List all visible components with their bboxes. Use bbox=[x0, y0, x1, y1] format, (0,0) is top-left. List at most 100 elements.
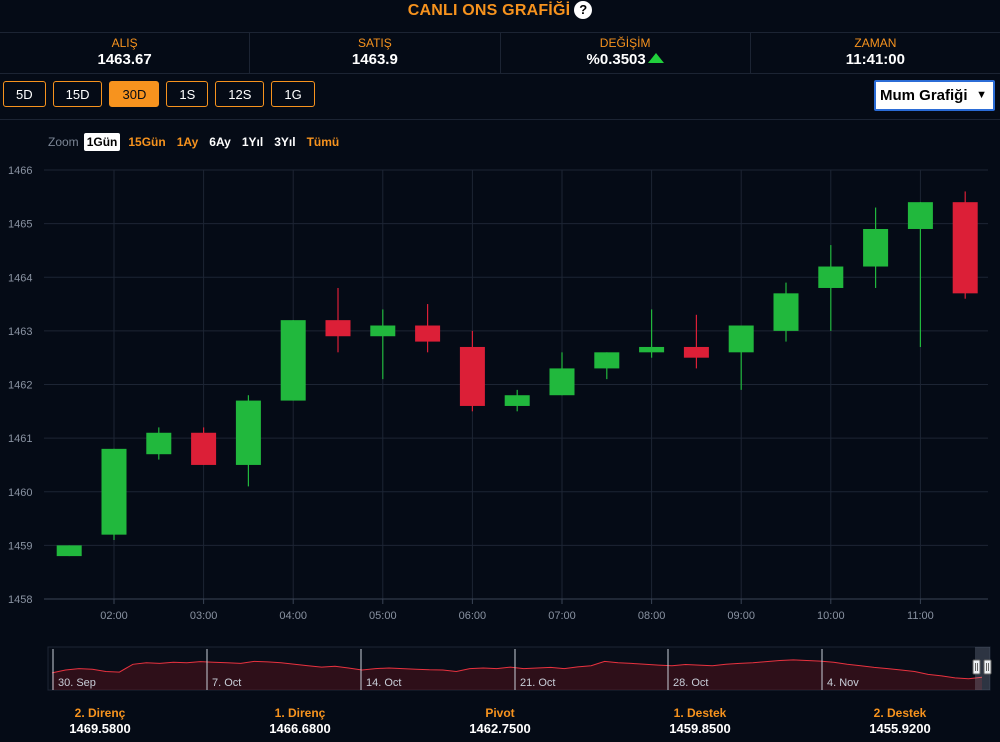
navigator-handle[interactable] bbox=[983, 659, 992, 675]
candle bbox=[370, 309, 396, 380]
candle-body bbox=[146, 432, 172, 455]
zoom-button-1gun[interactable]: 1Gün bbox=[83, 133, 121, 151]
y-tick-label: 1458 bbox=[8, 594, 32, 606]
candle bbox=[235, 395, 261, 487]
stat-value: 1463.67 bbox=[97, 51, 152, 68]
candle-body bbox=[415, 325, 441, 342]
candle-body bbox=[594, 352, 620, 369]
x-tick-label: 10:00 bbox=[817, 610, 845, 622]
candle bbox=[504, 389, 530, 412]
y-tick-label: 1464 bbox=[8, 272, 32, 284]
pivot-s1: 1. Destek 1459.8500 bbox=[600, 706, 800, 737]
candle-body bbox=[56, 545, 82, 557]
x-tick-label: 07:00 bbox=[548, 610, 576, 622]
period-button-5d[interactable]: 5D bbox=[3, 81, 46, 107]
stat-value: %0.3503 bbox=[586, 51, 646, 68]
candlestick-chart[interactable]: 1458 1459 1460 1461 1462 1463 1464 1465 1466 02:0… bbox=[0, 160, 1000, 630]
candle-body bbox=[504, 395, 530, 406]
price-stats: ALIŞ 1463.67 SATIŞ 1463.9 DEĞİŞİM %0.350… bbox=[0, 32, 1000, 74]
period-button-1g[interactable]: 1G bbox=[271, 81, 315, 107]
candle-body bbox=[280, 320, 306, 401]
stat-time: ZAMAN 11:41:00 bbox=[751, 33, 1000, 73]
stat-change: DEĞİŞİM %0.3503 bbox=[501, 33, 751, 73]
candle bbox=[191, 427, 217, 465]
y-tick-label: 1463 bbox=[8, 326, 32, 338]
y-tick-label: 1461 bbox=[8, 433, 32, 445]
candle bbox=[325, 287, 351, 353]
candle-body bbox=[459, 346, 485, 406]
pivot-levels: 2. Direnç 1469.5800 1. Direnç 1466.6800 … bbox=[0, 706, 1000, 737]
zoom-button-15gun[interactable]: 15Gün bbox=[125, 133, 168, 151]
chart-type-select[interactable]: Mum Grafiği ▼ bbox=[874, 80, 995, 111]
candle bbox=[773, 282, 799, 342]
stat-label: ZAMAN bbox=[854, 36, 897, 50]
caret-down-icon: ▼ bbox=[976, 89, 987, 101]
candle-body bbox=[549, 368, 575, 396]
candle-body bbox=[863, 228, 889, 267]
candle bbox=[818, 245, 844, 331]
pivot-value: 1459.8500 bbox=[669, 721, 731, 736]
candle-body bbox=[639, 346, 665, 353]
stat-label: SATIŞ bbox=[357, 36, 392, 50]
period-button-15d[interactable]: 15D bbox=[52, 81, 103, 107]
zoom-label: Zoom bbox=[48, 135, 79, 149]
y-tick-label: 1459 bbox=[8, 540, 32, 552]
up-arrow-icon bbox=[647, 53, 664, 63]
candle bbox=[863, 207, 889, 288]
candle-body bbox=[773, 293, 799, 331]
zoom-button-1ay[interactable]: 1Ay bbox=[174, 133, 202, 151]
candle-body bbox=[325, 320, 351, 337]
pivot-value: 1469.5800 bbox=[69, 721, 131, 736]
navigator-handle[interactable] bbox=[972, 659, 981, 675]
stat-value: 11:41:00 bbox=[845, 51, 905, 68]
navigator-chart[interactable]: 30. Sep 7. Oct 14. Oct 21. Oct 28. Oct 4. Nov bbox=[0, 645, 1000, 695]
zoom-button-6ay[interactable]: 6Ay bbox=[206, 133, 234, 151]
candle-body bbox=[683, 346, 709, 358]
zoom-button-1yil[interactable]: 1Yıl bbox=[239, 133, 266, 151]
pivot-p: Pivot 1462.7500 bbox=[400, 706, 600, 737]
navigator-tick-label: 21. Oct bbox=[520, 677, 555, 689]
pivot-label: 1. Direnç bbox=[274, 706, 326, 720]
candle bbox=[459, 330, 485, 412]
period-buttons: 5D 15D 30D 1S 12S 1G bbox=[3, 81, 315, 107]
pivot-r1: 1. Direnç 1466.6800 bbox=[200, 706, 400, 737]
candle-body bbox=[101, 448, 127, 535]
period-button-1s[interactable]: 1S bbox=[166, 81, 209, 107]
y-tick-label: 1465 bbox=[8, 219, 32, 231]
candle bbox=[56, 545, 82, 557]
candle bbox=[907, 202, 933, 347]
navigator-tick-label: 4. Nov bbox=[827, 677, 859, 689]
pivot-value: 1455.9200 bbox=[869, 721, 931, 736]
stat-sell: SATIŞ 1463.9 bbox=[250, 33, 501, 73]
candle bbox=[594, 352, 620, 380]
candle-body bbox=[235, 400, 261, 465]
candle bbox=[146, 427, 172, 460]
zoom-button-tumu[interactable]: Tümü bbox=[304, 133, 343, 151]
candle-body bbox=[191, 432, 217, 465]
page-title: CANLI ONS GRAFİĞİ bbox=[407, 2, 571, 19]
chart-type-value: Mum Grafiği bbox=[880, 87, 968, 104]
title-bar: CANLI ONS GRAFİĞİ? bbox=[0, 0, 1000, 26]
period-button-12s[interactable]: 12S bbox=[215, 81, 265, 107]
pivot-label: 2. Direnç bbox=[74, 706, 126, 720]
y-tick-label: 1466 bbox=[8, 165, 32, 177]
pivot-label: 2. Destek bbox=[873, 706, 927, 720]
x-tick-label: 03:00 bbox=[190, 610, 218, 622]
y-tick-label: 1462 bbox=[8, 380, 32, 392]
pivot-s2: 2. Destek 1455.9200 bbox=[800, 706, 1000, 737]
x-tick-label: 09:00 bbox=[727, 610, 755, 622]
navigator-tick-label: 30. Sep bbox=[58, 677, 96, 689]
candle bbox=[683, 314, 709, 369]
stat-value: 1463.9 bbox=[351, 51, 398, 68]
zoom-button-3yil[interactable]: 3Yıl bbox=[271, 133, 298, 151]
candle bbox=[639, 309, 665, 358]
x-tick-label: 06:00 bbox=[459, 610, 487, 622]
navigator-tick-label: 14. Oct bbox=[366, 677, 401, 689]
candle bbox=[415, 304, 441, 353]
pivot-value: 1462.7500 bbox=[469, 721, 531, 736]
candle bbox=[280, 320, 306, 401]
candle-body bbox=[952, 202, 978, 294]
question-circle-icon[interactable]: ? bbox=[574, 1, 593, 19]
candle bbox=[549, 352, 575, 396]
period-button-30d[interactable]: 30D bbox=[109, 81, 160, 107]
